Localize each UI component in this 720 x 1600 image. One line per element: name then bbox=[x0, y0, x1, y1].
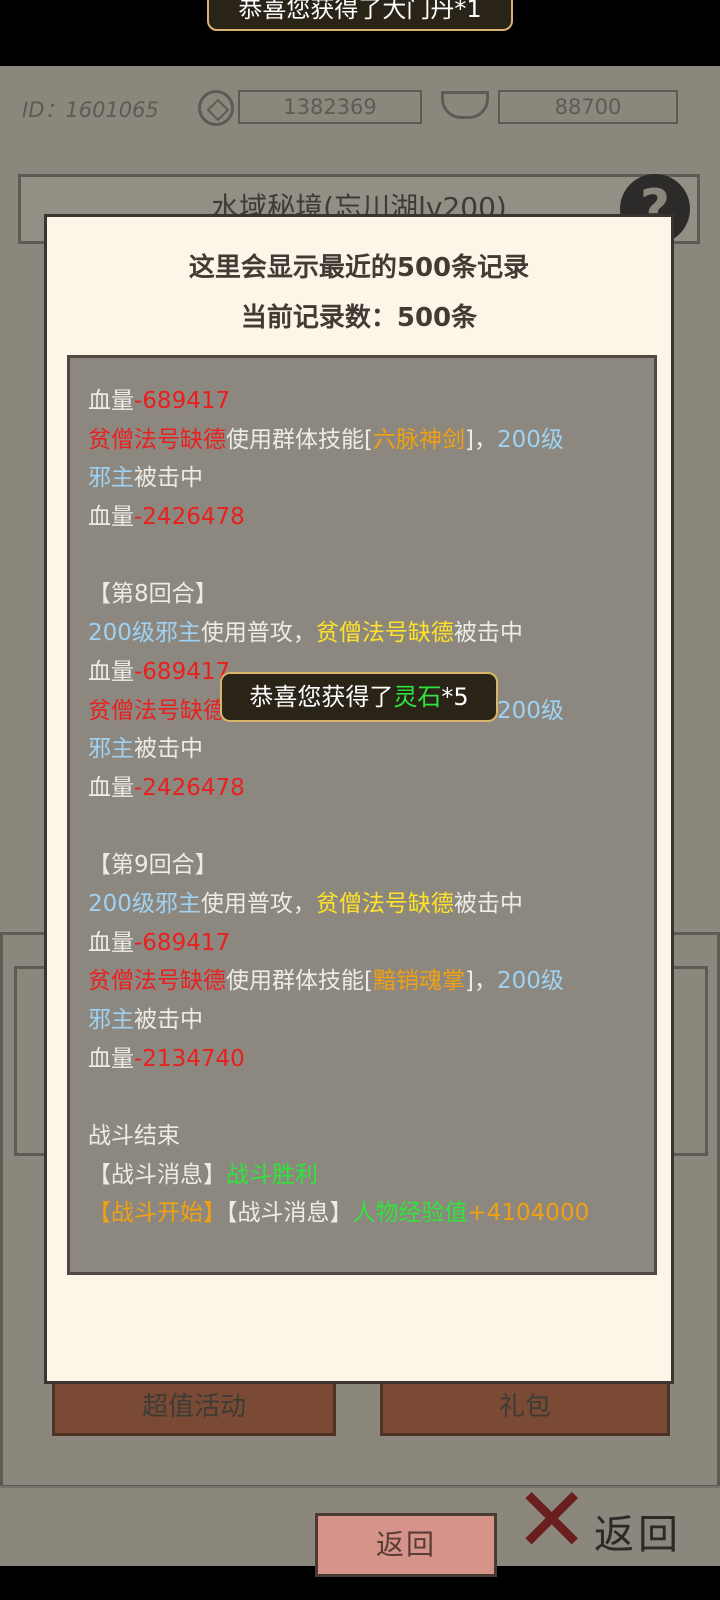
log-line: 血量-2134740 bbox=[88, 1040, 636, 1079]
reward-toast-center: 恭喜您获得了灵石*5 bbox=[220, 672, 498, 722]
log-segment: 血量 bbox=[88, 774, 134, 801]
log-segment: 被击中 bbox=[134, 736, 203, 763]
log-line: 邪主被击中 bbox=[88, 1001, 636, 1040]
log-segment: 血量 bbox=[88, 658, 134, 685]
log-line: 贫僧法号缺德使用群体技能[六脉神剑]，200级 bbox=[88, 421, 636, 460]
log-segment: 战斗结束 bbox=[88, 1123, 180, 1150]
log-segment: -2426478 bbox=[134, 774, 245, 801]
log-blank-line bbox=[88, 1078, 636, 1117]
log-segment: 被击中 bbox=[134, 1007, 203, 1033]
log-segment: 黯销魂掌 bbox=[372, 968, 465, 995]
log-segment: 被击中 bbox=[134, 465, 203, 492]
log-segment: 【战斗消息】 bbox=[88, 1161, 226, 1188]
log-blank-line bbox=[88, 537, 636, 576]
log-line: 【第9回合】 bbox=[88, 846, 636, 885]
battle-log-dialog: 这里会显示最近的500条记录 当前记录数：500条 血量-689417 贫僧法号缺… bbox=[44, 214, 674, 1577]
log-line: 血量-689417 bbox=[88, 382, 636, 421]
currency-1-field: 1382369 bbox=[238, 90, 422, 124]
log-segment: 血量 bbox=[88, 1045, 134, 1072]
log-segment: -2134740 bbox=[134, 1045, 245, 1072]
log-segment: 200级邪主 bbox=[88, 890, 201, 917]
record-count: 当前记录数：500条 bbox=[240, 303, 478, 333]
log-segment: 贫僧法号缺德 bbox=[88, 426, 226, 453]
log-segment: +4104000 bbox=[467, 1200, 590, 1227]
gift-pack-button[interactable]: 礼包 bbox=[380, 1376, 670, 1436]
value-activity-button[interactable]: 超值活动 bbox=[52, 1376, 336, 1436]
log-segment: -689417 bbox=[134, 658, 231, 685]
log-segment: 贫僧法号缺德 bbox=[315, 620, 454, 647]
log-segment: 邪主 bbox=[88, 1007, 134, 1033]
log-segment: 人物经验值 bbox=[352, 1200, 468, 1227]
toast-suffix: *5 bbox=[441, 683, 469, 711]
divider bbox=[0, 1486, 720, 1488]
log-segment: 【战斗开始】 bbox=[88, 1200, 226, 1227]
dialog-title: 这里会显示最近的500条记录 bbox=[188, 253, 530, 283]
log-segment: 被击中 bbox=[453, 620, 523, 647]
log-segment: ]， bbox=[464, 968, 497, 995]
log-segment: 邪主 bbox=[88, 736, 134, 763]
log-segment: ]， bbox=[464, 426, 497, 453]
log-line: 200级邪主使用普攻，贫僧法号缺德被击中 bbox=[88, 885, 636, 924]
top-status-strip: 恭喜您获得了大门丹*1 bbox=[0, 0, 720, 66]
toast-prefix: 恭喜您获得了 bbox=[249, 683, 394, 711]
log-line: 战斗结束 bbox=[88, 1117, 636, 1156]
reward-toast-top: 恭喜您获得了大门丹*1 bbox=[207, 0, 513, 31]
battle-log-list[interactable]: 血量-689417 贫僧法号缺德使用群体技能[六脉神剑]，200级 邪主被击中 血量-… bbox=[67, 355, 657, 1275]
log-segment: 【第8回合】 bbox=[88, 581, 218, 608]
log-segment: 200级 bbox=[496, 968, 564, 995]
log-segment: 血量 bbox=[88, 504, 134, 531]
gold-ingot-icon bbox=[441, 91, 489, 119]
log-segment: 【第9回合】 bbox=[88, 852, 218, 879]
log-segment: 200级 bbox=[496, 426, 564, 453]
player-id: ID：1601065 bbox=[22, 98, 159, 122]
log-segment: 贫僧法号缺德 bbox=[88, 968, 226, 995]
log-segment: 200级 bbox=[496, 697, 564, 724]
log-segment: 使用群体技能[ bbox=[226, 426, 373, 453]
log-line: 【战斗开始】【战斗消息】人物经验值+4104000 bbox=[88, 1194, 636, 1233]
background-back-label[interactable]: 返回 bbox=[594, 1502, 682, 1560]
log-line: 【战斗消息】战斗胜利 bbox=[88, 1156, 636, 1195]
log-segment: 被击中 bbox=[453, 890, 523, 917]
coin-icon bbox=[198, 90, 234, 126]
log-line: 血量-689417 bbox=[88, 924, 636, 963]
log-segment: -2426478 bbox=[134, 504, 245, 531]
log-segment: 血量 bbox=[88, 929, 134, 956]
log-segment: 贫僧法号缺德 bbox=[88, 697, 226, 724]
log-segment: 使用普攻， bbox=[200, 620, 316, 647]
log-segment: 战斗胜利 bbox=[226, 1161, 318, 1188]
log-segment: 200级邪主 bbox=[88, 620, 201, 647]
log-segment: -689417 bbox=[134, 388, 231, 414]
log-line: 200级邪主使用普攻，贫僧法号缺德被击中 bbox=[88, 614, 636, 653]
log-segment: 使用普攻， bbox=[200, 890, 316, 917]
log-segment: 邪主 bbox=[88, 465, 134, 492]
currency-2-field: 88700 bbox=[498, 90, 678, 124]
log-line: 贫僧法号缺德使用群体技能[黯销魂掌]，200级 bbox=[88, 962, 636, 1001]
log-line: 邪主被击中 bbox=[88, 459, 636, 498]
log-segment: -689417 bbox=[134, 929, 231, 956]
log-line: 血量-2426478 bbox=[88, 769, 636, 808]
log-blank-line bbox=[88, 808, 636, 847]
toast-item: 灵石 bbox=[393, 683, 442, 711]
log-line: 邪主被击中 bbox=[88, 730, 636, 769]
return-button[interactable]: 返回 bbox=[315, 1513, 497, 1577]
log-line: 【第8回合】 bbox=[88, 575, 636, 614]
log-line: 血量-2426478 bbox=[88, 498, 636, 537]
log-segment: 使用群体技能[ bbox=[226, 968, 373, 995]
log-segment: 【战斗消息】 bbox=[226, 1200, 353, 1227]
log-segment: 血量 bbox=[88, 388, 134, 414]
cross-icon[interactable]: ✕ bbox=[514, 1476, 589, 1566]
log-segment: 六脉神剑 bbox=[372, 426, 465, 453]
log-segment: 贫僧法号缺德 bbox=[315, 890, 454, 917]
